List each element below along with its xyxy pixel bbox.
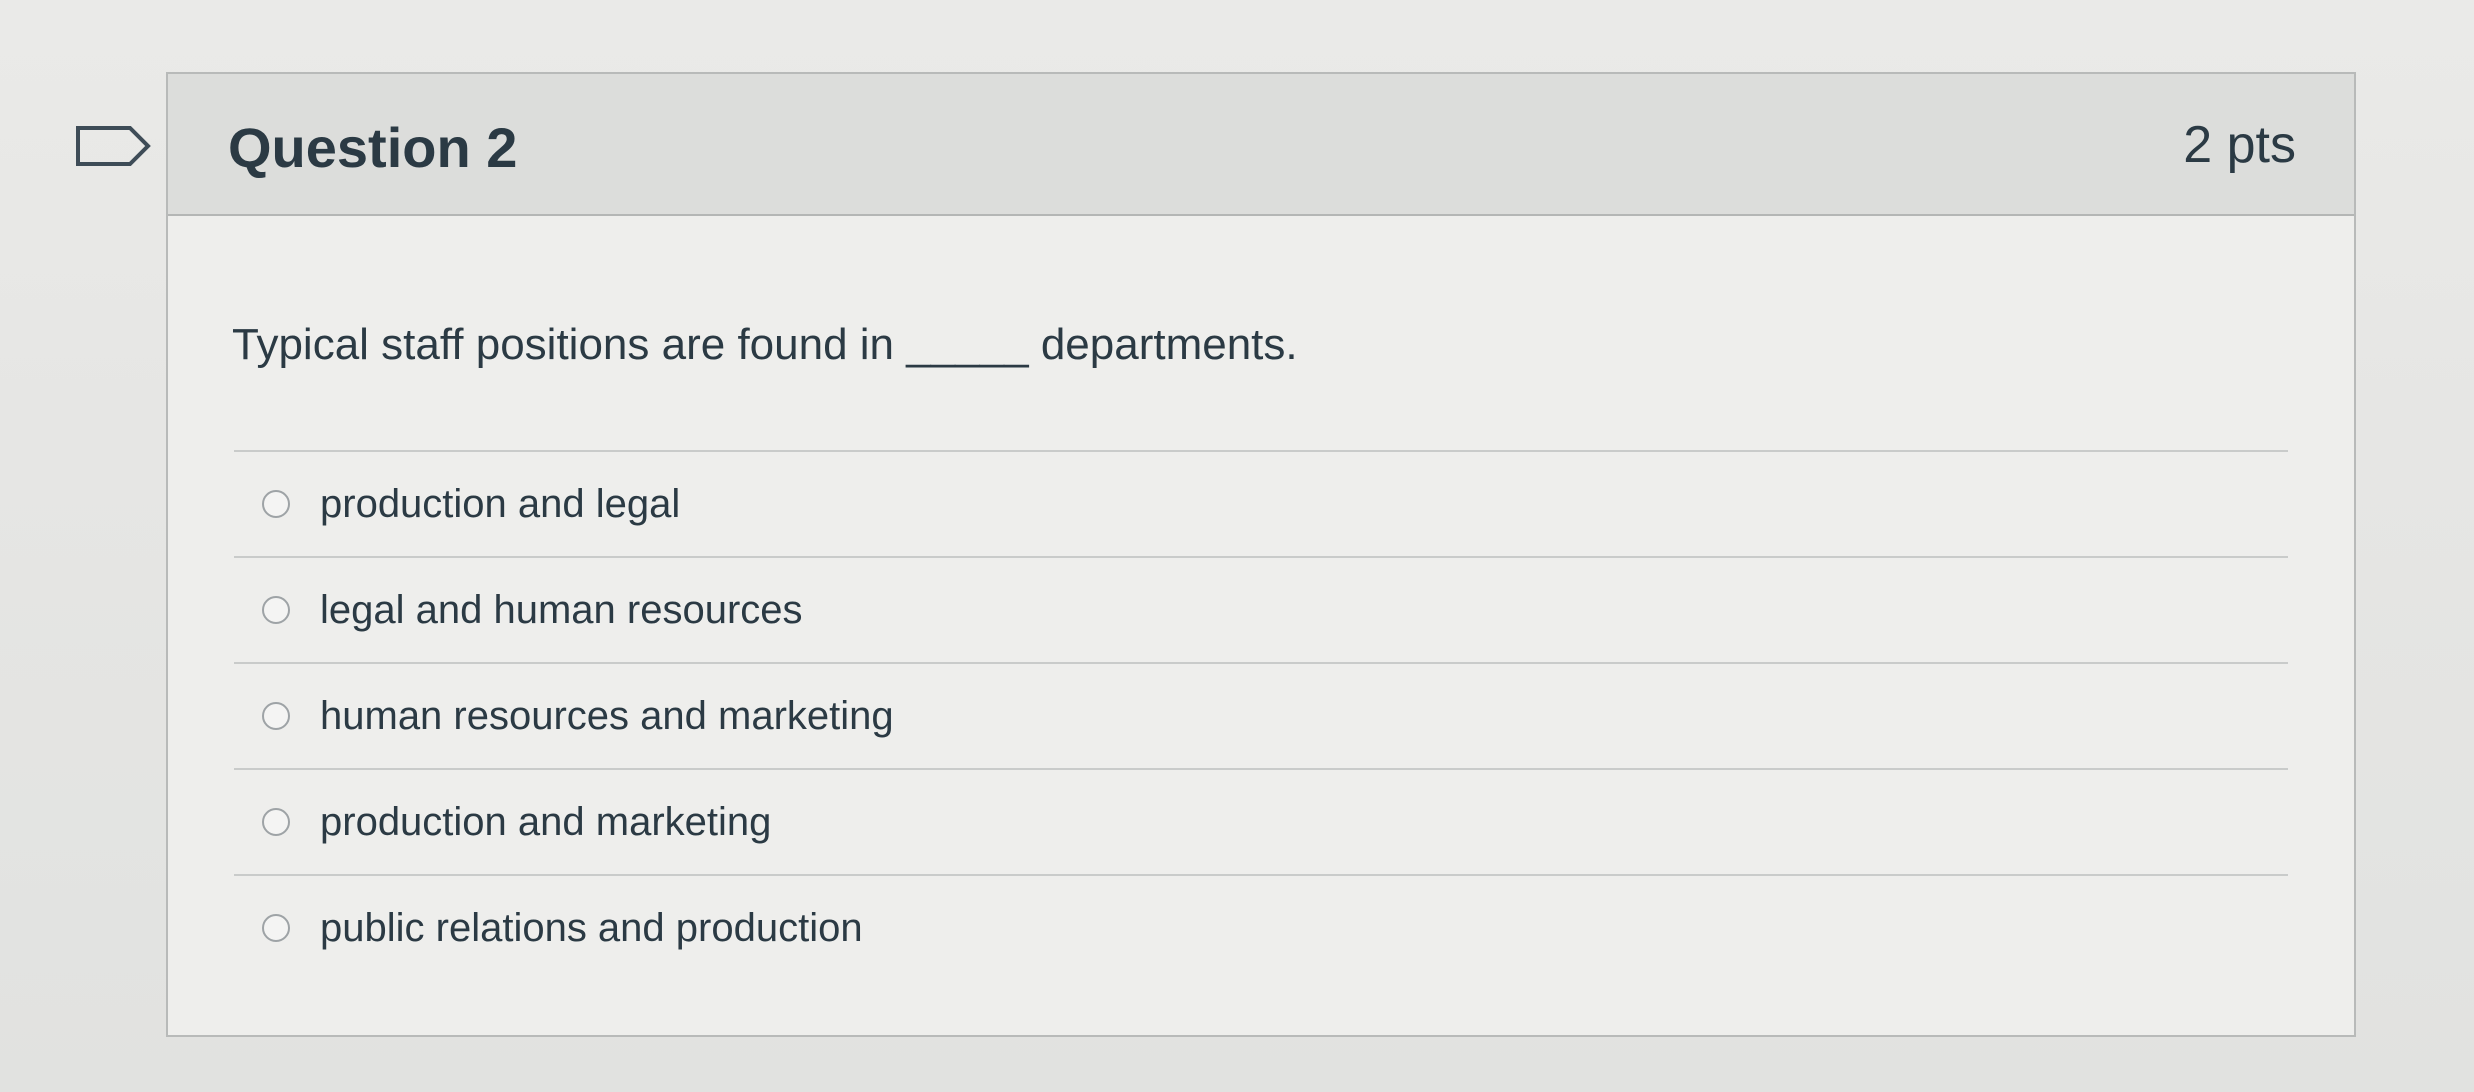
answer-option-3[interactable]: human resources and marketing xyxy=(234,664,2288,770)
question-title: Question 2 xyxy=(228,116,518,179)
answer-label: human resources and marketing xyxy=(320,693,894,738)
answer-option-1[interactable]: production and legal xyxy=(234,452,2288,558)
question-card: Question 2 2 pts Typical staff positions… xyxy=(166,72,2356,1037)
radio-button[interactable] xyxy=(262,914,290,942)
radio-button[interactable] xyxy=(262,490,290,518)
answer-option-5[interactable]: public relations and production xyxy=(234,876,2288,980)
radio-button[interactable] xyxy=(262,808,290,836)
answer-option-4[interactable]: production and marketing xyxy=(234,770,2288,876)
answer-label: legal and human resources xyxy=(320,587,803,632)
answer-option-2[interactable]: legal and human resources xyxy=(234,558,2288,664)
flag-question-icon[interactable] xyxy=(74,124,154,168)
answer-label: production and marketing xyxy=(320,799,772,844)
question-points: 2 pts xyxy=(2183,116,2296,174)
question-header: Question 2 2 pts xyxy=(168,74,2354,216)
radio-button[interactable] xyxy=(262,702,290,730)
answer-list: production and legal legal and human res… xyxy=(234,452,2288,980)
answer-label: public relations and production xyxy=(320,905,863,950)
question-text: Typical staff positions are found in ___… xyxy=(232,320,1298,369)
radio-button[interactable] xyxy=(262,596,290,624)
answer-label: production and legal xyxy=(320,481,681,526)
